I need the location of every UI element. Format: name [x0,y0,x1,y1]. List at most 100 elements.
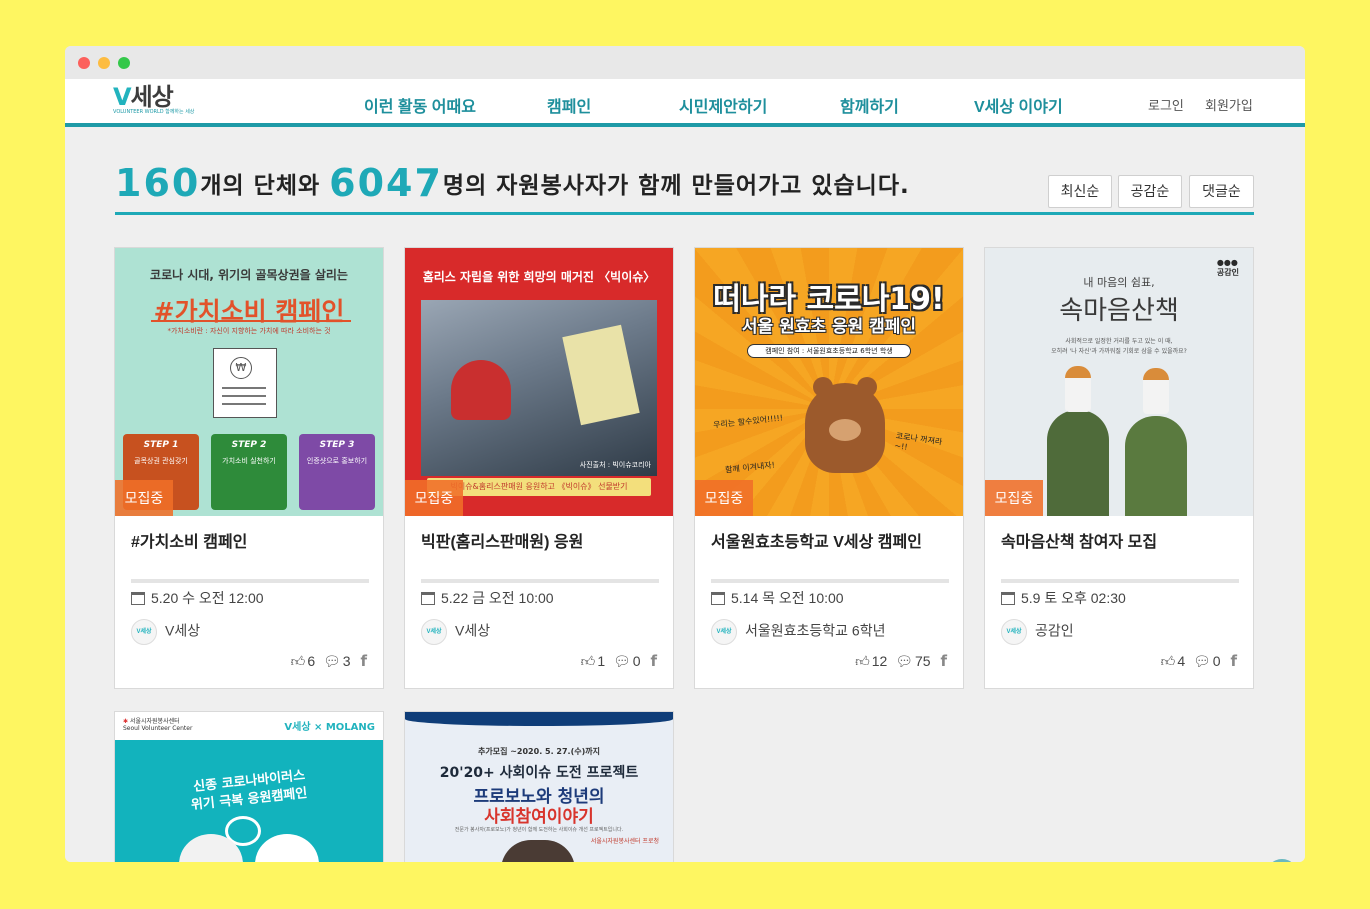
campaign-card[interactable]: 홈리스 자립을 위한 희망의 매거진 〈빅이슈〉 사진출처 : 빅이슈코리아 빅… [404,247,674,689]
sort-comments-button[interactable]: 댓글순 [1189,175,1254,208]
main-nav: 이런 활동 어때요 캠페인 시민제안하기 함께하기 V세상 이야기 [65,79,1305,127]
scroll-top-button[interactable]: ︿ [1266,859,1298,862]
facebook-icon[interactable]: f [1230,652,1237,670]
nav-activities[interactable]: 이런 활동 어때요 [364,93,476,117]
like-count: 6 [307,653,316,669]
thumb-topbar: ✱ 서울시자원봉사센터 Seoul Volunteer Center V세상 × … [115,712,383,740]
comment-icon[interactable]: 💬︎ [895,653,913,670]
receipt-line [222,403,266,405]
hill-illustration [1047,410,1109,516]
card-thumbnail[interactable]: ✱ 서울시자원봉사센터 Seoul Volunteer Center V세상 × … [115,712,383,862]
sort-likes-button[interactable]: 공감순 [1118,175,1182,208]
top-org-en: Seoul Volunteer Center [123,725,193,732]
nav-together[interactable]: 함께하기 [840,93,899,117]
close-window-button[interactable] [78,57,90,69]
signup-link[interactable]: 회원가입 [1205,95,1253,114]
brand-dots-icon: ●●● [1216,258,1238,267]
org-name: V세상 [165,622,201,639]
thumb-line: 오히려 '나 자신'과 가까워질 기회로 삼을 수 있을까요? [1051,348,1187,355]
card-divider [711,579,949,583]
calendar-icon [421,592,435,605]
thumb-note: *가치소비란 : 자신이 지향하는 가치에 따라 소비하는 것 [167,327,331,335]
thumb-subheadline: 서울 원효초 응원 캠페인 [741,317,917,337]
comment-count: 3 [342,653,351,669]
campaign-card[interactable]: 코로나 시대, 위기의 골목상권을 살리는 #가치소비 캠페인 *가치소비란 :… [114,247,384,689]
calendar-icon [711,592,725,605]
card-divider [1001,579,1239,583]
calendar-icon [1001,592,1015,605]
card-date: 5.9 토 오후 02:30 [1001,588,1126,608]
card-thumbnail[interactable]: 코로나 시대, 위기의 골목상권을 살리는 #가치소비 캠페인 *가치소비란 :… [115,248,383,516]
card-stats: 👍︎ 6 💬︎ 3 f [287,652,367,670]
comment-icon[interactable]: 💬︎ [613,653,631,670]
volunteer-count: 6047 [329,161,443,205]
comment-count: 75 [915,653,931,669]
thumbs-up-icon[interactable]: 👍︎ [291,653,306,670]
thumbs-up-icon[interactable]: 👍︎ [855,653,870,670]
card-thumbnail[interactable]: 추가모집 ~2020. 5. 27.(수)까지 20'20+ 사회이슈 도전 프… [405,712,673,862]
org-suffix: 개의 단체와 [200,173,321,199]
step-text: 가치소비 실천하기 [222,457,276,465]
card-title[interactable]: 속마음산책 참여자 모집 [1001,528,1157,552]
thumbs-up-icon[interactable]: 👍︎ [581,653,596,670]
bunny-illustration [255,834,319,862]
nav-campaign[interactable]: 캠페인 [547,93,591,117]
facebook-icon[interactable]: f [360,652,367,670]
facebook-icon[interactable]: f [650,652,657,670]
calendar-icon [131,592,145,605]
receipt-line [222,387,266,389]
card-thumbnail[interactable]: ●●● 공감인 내 마음의 쉼표, 속마음산책 사회적으로 일정한 거리를 두고 … [985,248,1253,516]
top-org: 서울시자원봉사센터 [129,718,180,725]
thumbs-up-icon[interactable]: 👍︎ [1161,653,1176,670]
org-count: 160 [115,161,201,205]
bear-ear [857,377,877,397]
campaign-card[interactable]: 추가모집 ~2020. 5. 27.(수)까지 20'20+ 사회이슈 도전 프… [404,711,674,862]
thumb-line: 내 마음의 쉼표, [1083,276,1155,289]
thumb-line: 20'20+ 사회이슈 도전 프로젝트 [439,765,639,781]
status-badge: 모집중 [115,480,173,516]
headline-divider [115,212,1254,215]
nav-citizen-proposal[interactable]: 시민제안하기 [679,93,767,117]
facebook-icon[interactable]: f [940,652,947,670]
comment-icon[interactable]: 💬︎ [323,653,341,670]
person-illustration [1143,368,1169,414]
minimize-window-button[interactable] [98,57,110,69]
card-org[interactable]: V세상 서울원효초등학교 6학년 [711,619,885,645]
card-org[interactable]: V세상 공감인 [1001,619,1074,645]
card-org[interactable]: V세상 V세상 [131,619,200,645]
card-date: 5.22 금 오전 10:00 [421,588,554,608]
thumb-line: 코로나 시대, 위기의 골목상권을 살리는 [150,268,348,282]
nav-stories[interactable]: V세상 이야기 [974,93,1063,117]
card-divider [421,579,659,583]
card-thumbnail[interactable]: 홈리스 자립을 위한 희망의 매거진 〈빅이슈〉 사진출처 : 빅이슈코리아 빅… [405,248,673,516]
card-org[interactable]: V세상 V세상 [421,619,490,645]
campaign-card[interactable]: ●●● 공감인 내 마음의 쉼표, 속마음산책 사회적으로 일정한 거리를 두고 … [984,247,1254,689]
thumb-line: 전문가 봉사자(프로보노)가 청년이 함께 도전하는 사회이슈 개선 프로젝트입… [454,827,624,833]
step-label: STEP 2 [231,440,267,450]
photo-person [451,360,511,420]
card-title[interactable]: 서울원효초등학교 V세상 캠페인 [711,528,922,552]
thumb-brand: V세상 × MOLANG [284,722,375,733]
card-title[interactable]: 빅판(홈리스판매원) 응원 [421,528,583,552]
status-badge: 모집중 [405,480,463,516]
thumb-bubble: 함께 이겨내자! [724,460,776,475]
figure-illustration [501,840,575,862]
sort-latest-button[interactable]: 최신순 [1048,175,1112,208]
campaign-card[interactable]: ✱ 서울시자원봉사센터 Seoul Volunteer Center V세상 × … [114,711,384,862]
comment-count: 0 [632,653,641,669]
card-stats: 👍︎ 1 💬︎ 0 f [577,652,657,670]
thumb-headline: #가치소비 캠페인 [153,297,345,326]
person-illustration [1065,366,1091,412]
thumb-headline: 사회참여이야기 [484,807,594,827]
campaign-card[interactable]: 떠나라 코로나19! 서울 원효초 응원 캠페인 캠페인 참여 : 서울원효초등… [694,247,964,689]
card-date-text: 5.14 목 오전 10:00 [731,590,844,606]
card-divider [131,579,369,583]
card-title[interactable]: #가치소비 캠페인 [131,528,247,552]
login-link[interactable]: 로그인 [1148,95,1184,114]
step-label: STEP 1 [143,440,179,450]
card-date-text: 5.22 금 오전 10:00 [441,590,554,606]
card-thumbnail[interactable]: 떠나라 코로나19! 서울 원효초 응원 캠페인 캠페인 참여 : 서울원효초등… [695,248,963,516]
site-header: V세상 VOLUNTEER WORLD 함께하는 세상 이런 활동 어때요 캠페… [65,79,1305,127]
maximize-window-button[interactable] [118,57,130,69]
comment-icon[interactable]: 💬︎ [1193,653,1211,670]
